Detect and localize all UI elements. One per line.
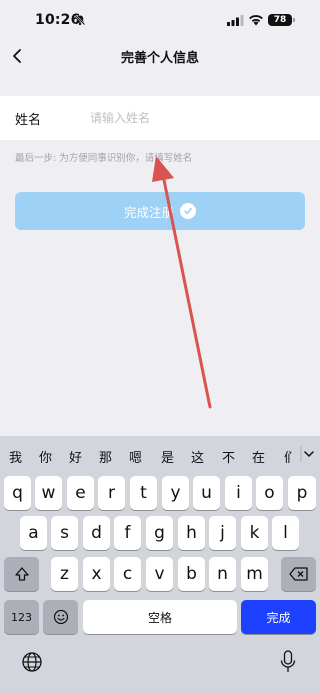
key-b[interactable]: b bbox=[178, 557, 205, 591]
key-j[interactable]: j bbox=[209, 516, 236, 550]
expand-candidates-icon[interactable] bbox=[300, 445, 314, 463]
key-o[interactable]: o bbox=[256, 476, 283, 510]
key-y[interactable]: y bbox=[162, 476, 189, 510]
key-g[interactable]: g bbox=[146, 516, 173, 550]
candidate-word[interactable]: 嗯 bbox=[129, 447, 142, 466]
complete-registration-button[interactable]: 完成注册 bbox=[15, 192, 305, 230]
key-x[interactable]: x bbox=[83, 557, 110, 591]
key-n[interactable]: n bbox=[209, 557, 236, 591]
key-w[interactable]: w bbox=[35, 476, 62, 510]
key-t[interactable]: t bbox=[130, 476, 157, 510]
emoji-key[interactable] bbox=[43, 600, 78, 634]
backspace-key[interactable] bbox=[281, 557, 316, 591]
key-e[interactable]: e bbox=[67, 476, 94, 510]
page-title: 完善个人信息 bbox=[120, 51, 199, 66]
microphone-icon[interactable] bbox=[278, 649, 298, 675]
done-key[interactable]: 完成 bbox=[241, 600, 316, 634]
space-key[interactable]: 空格 bbox=[83, 600, 237, 634]
candidate-word[interactable]: 在 bbox=[252, 447, 265, 466]
backspace-icon bbox=[288, 567, 308, 581]
bell-off-icon bbox=[74, 14, 86, 26]
candidate-word[interactable]: 这 bbox=[191, 447, 204, 466]
shift-arrow-icon bbox=[14, 567, 29, 581]
key-z[interactable]: z bbox=[51, 557, 78, 591]
key-s[interactable]: s bbox=[51, 516, 78, 550]
key-v[interactable]: v bbox=[146, 557, 173, 591]
key-h[interactable]: h bbox=[178, 516, 205, 550]
cellular-signal-icon bbox=[227, 15, 244, 26]
keyboard: 我 你 好 那 嗯 是 这 不 在 们 q w e r t y u i o p … bbox=[0, 436, 320, 693]
name-field-row: 姓名 bbox=[0, 96, 320, 140]
wifi-icon bbox=[249, 15, 263, 26]
key-u[interactable]: u bbox=[193, 476, 220, 510]
candidate-bar: 我 你 好 那 嗯 是 这 不 在 们 bbox=[0, 436, 320, 474]
check-circle-icon bbox=[180, 203, 196, 219]
name-input[interactable] bbox=[90, 104, 310, 132]
key-r[interactable]: r bbox=[98, 476, 125, 510]
emoji-icon bbox=[53, 609, 68, 625]
candidate-word[interactable]: 我 bbox=[9, 447, 22, 466]
key-i[interactable]: i bbox=[225, 476, 252, 510]
key-q[interactable]: q bbox=[4, 476, 31, 510]
key-d[interactable]: d bbox=[83, 516, 110, 550]
candidate-word[interactable]: 那 bbox=[99, 447, 112, 466]
candidate-word[interactable]: 是 bbox=[161, 447, 174, 466]
candidate-word[interactable]: 你 bbox=[39, 447, 52, 466]
name-label: 姓名 bbox=[15, 113, 42, 128]
candidate-word[interactable]: 们 bbox=[284, 447, 292, 466]
shift-key[interactable] bbox=[4, 557, 39, 591]
key-k[interactable]: k bbox=[241, 516, 268, 550]
complete-registration-label: 完成注册 bbox=[123, 204, 174, 220]
numbers-key[interactable]: 123 bbox=[4, 600, 39, 634]
key-p[interactable]: p bbox=[288, 476, 316, 510]
key-f[interactable]: f bbox=[114, 516, 141, 550]
battery-indicator: 78 bbox=[268, 14, 295, 26]
key-l[interactable]: l bbox=[272, 516, 299, 550]
candidate-word[interactable]: 不 bbox=[222, 447, 235, 466]
key-a[interactable]: a bbox=[20, 516, 47, 550]
key-m[interactable]: m bbox=[241, 557, 268, 591]
globe-icon[interactable] bbox=[21, 651, 43, 673]
candidate-word[interactable]: 好 bbox=[69, 447, 82, 466]
navigation-bar: 完善个人信息 bbox=[0, 40, 320, 74]
hint-text: 最后一步: 为方便同事识别你，请填写姓名 bbox=[15, 153, 193, 164]
key-c[interactable]: c bbox=[114, 557, 141, 591]
status-bar: 10:26 78 bbox=[0, 0, 320, 40]
